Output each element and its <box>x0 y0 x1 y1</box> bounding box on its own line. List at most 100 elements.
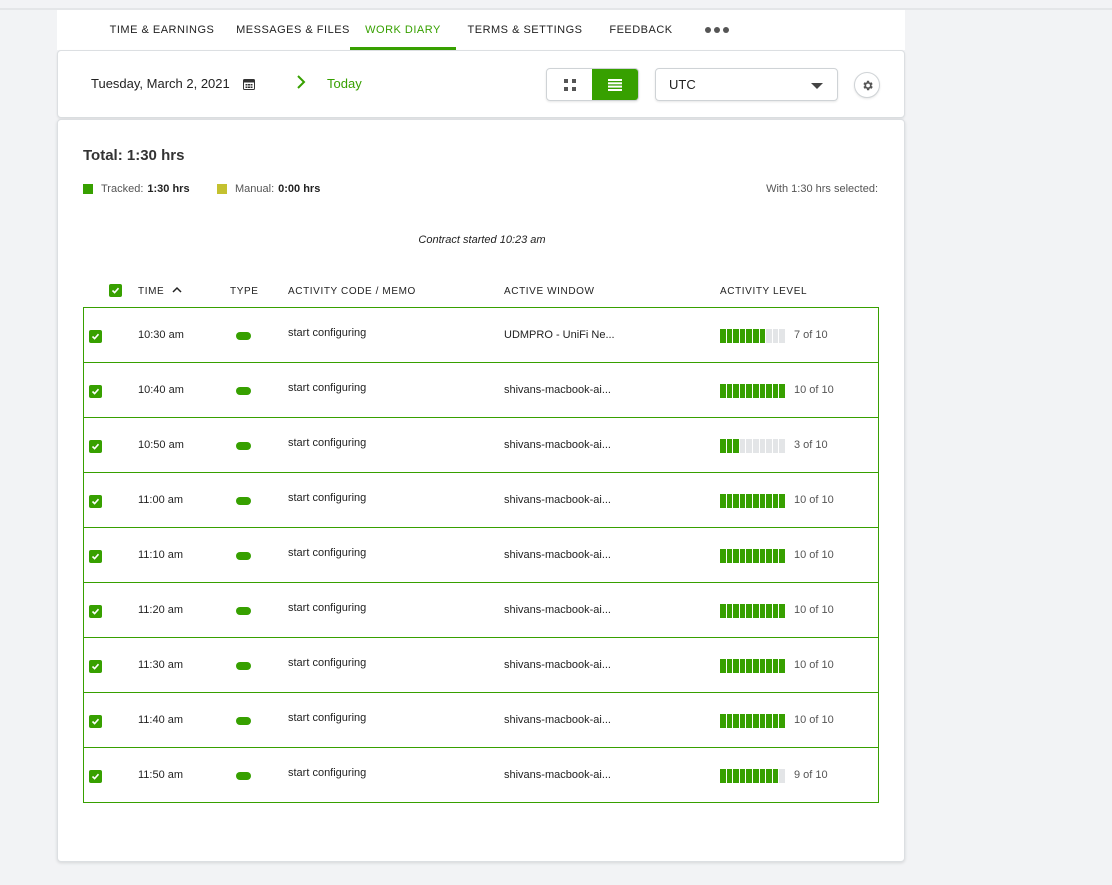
header-memo: ACTIVITY CODE / MEMO <box>288 286 416 297</box>
tab-bar: TIME & EARNINGS MESSAGES & FILES WORK DI… <box>57 10 905 50</box>
timezone-value: UTC <box>669 77 696 92</box>
row-memo[interactable]: start configuring <box>288 382 366 394</box>
row-memo[interactable]: start configuring <box>288 657 366 669</box>
table-row[interactable]: 11:10 am start configuring shivans-macbook… <box>83 527 879 583</box>
activity-segment <box>739 329 746 343</box>
date-label[interactable]: Tuesday, March 2, 2021 <box>91 76 230 91</box>
work-diary-panel: Total: 1:30 hrs Tracked: 1:30 hrs Manual… <box>57 119 905 862</box>
activity-segment <box>720 549 726 563</box>
row-active-window: shivans-macbook-ai... <box>504 714 611 726</box>
row-activity-level: 10 of 10 <box>794 384 834 396</box>
activity-segment <box>759 384 766 398</box>
row-activity-level: 9 of 10 <box>794 769 828 781</box>
row-memo[interactable]: start configuring <box>288 327 366 339</box>
activity-segment <box>752 384 759 398</box>
row-active-window: shivans-macbook-ai... <box>504 439 611 451</box>
activity-segment <box>772 604 779 618</box>
row-checkbox[interactable] <box>89 770 102 783</box>
row-activity-level: 10 of 10 <box>794 714 834 726</box>
row-checkbox[interactable] <box>89 715 102 728</box>
today-link[interactable]: Today <box>327 76 362 91</box>
activity-segment <box>726 384 733 398</box>
table-row[interactable]: 11:50 am start configuring shivans-macbook… <box>83 747 879 803</box>
tracked-value: 1:30 hrs <box>147 183 190 195</box>
more-icon[interactable] <box>705 10 729 50</box>
activity-segment <box>733 769 739 783</box>
calendar-icon[interactable] <box>243 78 255 90</box>
row-memo[interactable]: start configuring <box>288 712 366 724</box>
table-row[interactable]: 10:40 am start configuring shivans-macbook… <box>83 362 879 418</box>
activity-segment <box>752 494 759 508</box>
row-memo[interactable]: start configuring <box>288 602 366 614</box>
row-checkbox[interactable] <box>89 550 102 563</box>
diary-toolbar: Tuesday, March 2, 2021 Today UTC <box>57 50 905 118</box>
activity-segment <box>733 494 739 508</box>
list-view-button[interactable] <box>592 69 638 100</box>
gear-icon <box>862 80 873 90</box>
activity-segment <box>759 494 766 508</box>
selected-note: With 1:30 hrs selected: <box>766 183 878 195</box>
row-time: 11:50 am <box>138 769 184 781</box>
header-time[interactable]: TIME <box>138 286 164 297</box>
tab-time-earnings[interactable]: TIME & EARNINGS <box>87 10 237 50</box>
row-memo[interactable]: start configuring <box>288 437 366 449</box>
activity-segment <box>759 769 766 783</box>
row-time: 11:20 am <box>138 604 184 616</box>
row-checkbox[interactable] <box>89 660 102 673</box>
tab-messages-files[interactable]: MESSAGES & FILES <box>223 10 363 50</box>
activity-segment <box>733 714 739 728</box>
activity-segment <box>733 329 739 343</box>
activity-segment <box>779 714 785 728</box>
activity-segment <box>772 329 779 343</box>
tab-work-diary[interactable]: WORK DIARY <box>350 10 456 50</box>
row-checkbox[interactable] <box>89 385 102 398</box>
checkbox-icon <box>91 443 100 450</box>
activity-bar <box>720 439 785 453</box>
activity-segment <box>759 604 766 618</box>
row-time: 11:40 am <box>138 714 184 726</box>
table-row[interactable]: 11:30 am start configuring shivans-macbook… <box>83 637 879 693</box>
timezone-select[interactable]: UTC <box>655 68 838 101</box>
row-checkbox[interactable] <box>89 440 102 453</box>
tab-feedback[interactable]: FEEDBACK <box>600 10 682 50</box>
legend-manual: Manual: 0:00 hrs <box>217 183 320 195</box>
settings-button[interactable] <box>854 72 880 98</box>
row-memo[interactable]: start configuring <box>288 492 366 504</box>
activity-segment <box>720 439 726 453</box>
row-checkbox[interactable] <box>89 330 102 343</box>
legend-tracked: Tracked: 1:30 hrs <box>83 183 190 195</box>
activity-segment <box>766 714 772 728</box>
row-checkbox[interactable] <box>89 605 102 618</box>
activity-segment <box>726 604 733 618</box>
activity-segment <box>726 659 733 673</box>
table-row[interactable]: 10:50 am start configuring shivans-macbook… <box>83 417 879 473</box>
chevron-right-icon[interactable] <box>294 73 308 91</box>
activity-segment <box>772 659 779 673</box>
row-activity-level: 10 of 10 <box>794 549 834 561</box>
table-row[interactable]: 11:00 am start configuring shivans-macbook… <box>83 472 879 528</box>
row-memo[interactable]: start configuring <box>288 767 366 779</box>
select-all-checkbox[interactable] <box>109 284 122 297</box>
activity-segment <box>759 329 766 343</box>
activity-segment <box>752 604 759 618</box>
checkbox-icon <box>91 663 100 670</box>
tab-terms-settings[interactable]: TERMS & SETTINGS <box>462 10 588 50</box>
row-activity-level: 10 of 10 <box>794 604 834 616</box>
sort-up-icon[interactable] <box>171 284 183 294</box>
activity-segment <box>772 549 779 563</box>
activity-segment <box>766 659 772 673</box>
table-row[interactable]: 11:40 am start configuring shivans-macbook… <box>83 692 879 748</box>
manual-swatch <box>217 184 227 194</box>
grid-view-button[interactable] <box>547 69 592 100</box>
caret-down-icon <box>811 83 823 89</box>
row-memo[interactable]: start configuring <box>288 547 366 559</box>
activity-segment <box>746 604 752 618</box>
row-active-window: shivans-macbook-ai... <box>504 384 611 396</box>
table-row[interactable]: 11:20 am start configuring shivans-macbook… <box>83 582 879 638</box>
activity-segment <box>739 659 746 673</box>
tracked-type-icon <box>236 442 251 450</box>
header-type: TYPE <box>230 286 259 297</box>
row-checkbox[interactable] <box>89 495 102 508</box>
table-row[interactable]: 10:30 am start configuring UDMPRO - UniFi … <box>83 307 879 363</box>
row-time: 11:30 am <box>138 659 184 671</box>
